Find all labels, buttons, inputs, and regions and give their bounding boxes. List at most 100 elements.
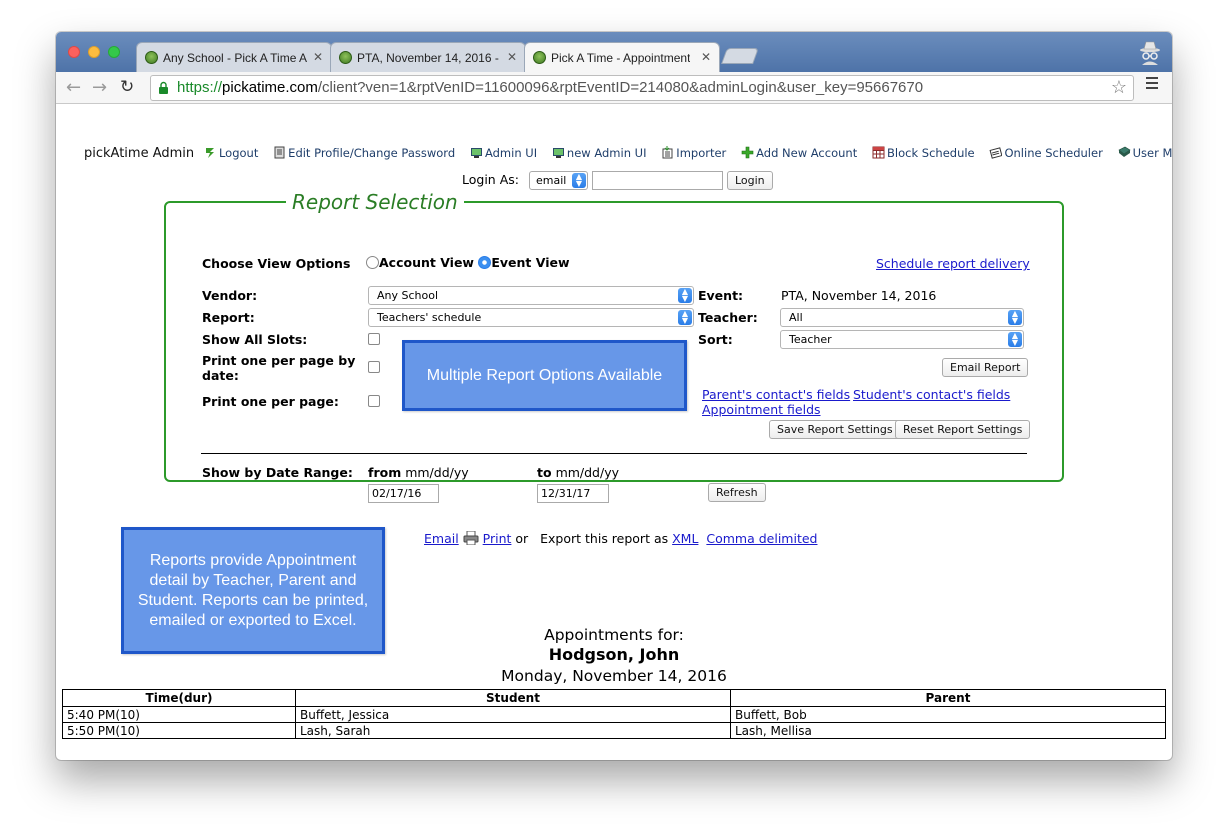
- logout-icon: [205, 148, 214, 158]
- brand-label: pickAtime Admin: [84, 146, 195, 161]
- forward-arrow-icon[interactable]: →: [92, 77, 107, 98]
- user-manual-link[interactable]: User Manual: [1118, 146, 1172, 160]
- tab-close-icon[interactable]: ✕: [313, 50, 323, 64]
- export-csv-link[interactable]: Comma delimited: [706, 531, 817, 546]
- new-tab-button[interactable]: [721, 48, 759, 64]
- export-row: Email Print or Export this report as XML…: [424, 531, 817, 546]
- maximize-window-button[interactable]: [108, 46, 120, 58]
- book-icon: [1118, 146, 1131, 157]
- student-contact-fields-link[interactable]: Student's contact's fields: [853, 387, 1010, 402]
- add-new-account-label: Add New Account: [756, 146, 858, 160]
- scheduler-icon: [989, 147, 1003, 159]
- report-type-select[interactable]: Teachers' schedule ▲ ▼: [368, 308, 694, 327]
- email-report-link[interactable]: Email: [424, 531, 459, 546]
- online-scheduler-link[interactable]: Online Scheduler: [989, 146, 1103, 160]
- browser-tab-2[interactable]: PTA, November 14, 2016 - ✕: [330, 42, 526, 72]
- edit-profile-label: Edit Profile/Change Password: [288, 146, 456, 160]
- tab-title: PTA, November 14, 2016 -: [357, 51, 499, 65]
- parent-contact-fields-link[interactable]: Parent's contact's fields: [702, 387, 850, 402]
- admin-ui-link[interactable]: Admin UI: [470, 146, 537, 160]
- select-arrows-icon: ▲ ▼: [1008, 310, 1022, 325]
- tab-title: Any School - Pick A Time A: [163, 51, 308, 65]
- login-as-input[interactable]: [591, 171, 723, 190]
- print-per-page-by-date-checkbox[interactable]: [368, 361, 380, 373]
- address-bar[interactable]: https://pickatime.com/client?ven=1&rptVe…: [150, 75, 1134, 101]
- back-arrow-icon[interactable]: ←: [66, 77, 81, 98]
- from-date-input[interactable]: 02/17/16: [368, 484, 439, 503]
- print-report-link[interactable]: Print: [483, 531, 512, 546]
- section-divider: [201, 453, 1027, 454]
- login-as-row: Login As: email ▲ ▼ Login: [462, 171, 773, 190]
- close-window-button[interactable]: [68, 46, 80, 58]
- table-row: 5:40 PM(10) Buffett, Jessica Buffett, Bo…: [62, 706, 1166, 723]
- view-options-radios: Account View Event View: [366, 255, 570, 270]
- report-options-callout: Multiple Report Options Available: [402, 340, 687, 411]
- event-label: Event:: [698, 288, 744, 303]
- browser-menu-icon[interactable]: [1146, 77, 1160, 91]
- sort-value: Teacher: [789, 333, 832, 346]
- refresh-button[interactable]: Refresh: [708, 483, 766, 502]
- reset-report-settings-button[interactable]: Reset Report Settings: [895, 420, 1031, 439]
- report-type-value: Teachers' schedule: [377, 311, 482, 324]
- schedule-report-delivery-link[interactable]: Schedule report delivery: [876, 256, 1030, 271]
- edit-profile-link[interactable]: Edit Profile/Change Password: [273, 146, 455, 160]
- to-date-input[interactable]: 12/31/17: [537, 484, 609, 503]
- appointments-table: Time(dur) Student Parent 5:40 PM(10) Buf…: [62, 689, 1166, 739]
- add-icon: [741, 146, 754, 159]
- appointment-fields-link[interactable]: Appointment fields: [702, 402, 821, 417]
- event-view-radio[interactable]: [478, 256, 492, 269]
- minimize-window-button[interactable]: [88, 46, 100, 58]
- printer-icon: [463, 531, 479, 545]
- url-path: /client?ven=1&rptVenID=11600096&rptEvent…: [317, 79, 924, 96]
- tab-close-icon[interactable]: ✕: [701, 50, 711, 64]
- column-header-time: Time(dur): [62, 689, 296, 707]
- select-arrows-icon: ▲ ▼: [1008, 332, 1022, 347]
- print-per-page-checkbox[interactable]: [368, 395, 380, 407]
- account-view-radio[interactable]: [366, 256, 379, 269]
- browser-window: Any School - Pick A Time A ✕ PTA, Novemb…: [56, 32, 1172, 760]
- save-report-settings-button[interactable]: Save Report Settings: [769, 420, 901, 439]
- from-date-label: from mm/dd/yy: [368, 465, 469, 480]
- importer-link[interactable]: Importer: [661, 146, 726, 160]
- bookmark-star-icon[interactable]: ☆: [1111, 77, 1127, 98]
- incognito-profile-icon[interactable]: [1136, 38, 1164, 66]
- email-report-button[interactable]: Email Report: [942, 358, 1029, 377]
- browser-tab-3[interactable]: Pick A Time - Appointment ✕: [524, 42, 720, 72]
- account-view-label: Account View: [379, 255, 474, 270]
- appointments-date: Monday, November 14, 2016: [501, 667, 727, 685]
- browser-tab-1[interactable]: Any School - Pick A Time A ✕: [136, 42, 332, 72]
- add-new-account-link[interactable]: Add New Account: [741, 146, 857, 160]
- to-label: to: [537, 465, 552, 480]
- logout-link[interactable]: Logout: [204, 146, 258, 160]
- from-hint: mm/dd/yy: [405, 465, 469, 480]
- tab-close-icon[interactable]: ✕: [507, 50, 517, 64]
- new-admin-ui-icon: [552, 148, 564, 158]
- cell-parent: Lash, Mellisa: [730, 722, 1166, 739]
- pickatime-favicon-icon: [145, 51, 158, 64]
- export-xml-link[interactable]: XML: [672, 531, 698, 546]
- pickatime-favicon-icon: [533, 51, 546, 64]
- online-scheduler-label: Online Scheduler: [1004, 146, 1103, 160]
- login-as-label: Login As:: [462, 172, 519, 187]
- teacher-value: All: [789, 311, 803, 324]
- print-per-page-label: Print one per page:: [202, 394, 339, 409]
- block-schedule-link[interactable]: Block Schedule: [872, 146, 975, 160]
- reload-icon[interactable]: ↻: [120, 77, 134, 97]
- event-view-label: Event View: [491, 255, 570, 270]
- login-type-select[interactable]: email ▲ ▼: [528, 171, 588, 190]
- report-selection-legend: Report Selection: [286, 190, 464, 214]
- importer-label: Importer: [676, 146, 727, 160]
- teacher-label: Teacher:: [698, 310, 758, 325]
- vendor-select[interactable]: Any School ▲ ▼: [368, 286, 694, 305]
- importer-icon: [662, 146, 673, 159]
- login-button[interactable]: Login: [726, 171, 773, 190]
- export-text: Export this report as: [540, 531, 669, 546]
- profile-icon: [274, 146, 285, 159]
- sort-select[interactable]: Teacher ▲ ▼: [780, 330, 1024, 349]
- appointments-teacher-name: Hodgson, John: [548, 645, 680, 664]
- show-all-slots-checkbox[interactable]: [368, 333, 380, 345]
- table-header-row: Time(dur) Student Parent: [62, 689, 1166, 707]
- teacher-select[interactable]: All ▲ ▼: [780, 308, 1024, 327]
- cell-time: 5:50 PM(10): [62, 722, 296, 739]
- new-admin-ui-link[interactable]: new Admin UI: [552, 146, 646, 160]
